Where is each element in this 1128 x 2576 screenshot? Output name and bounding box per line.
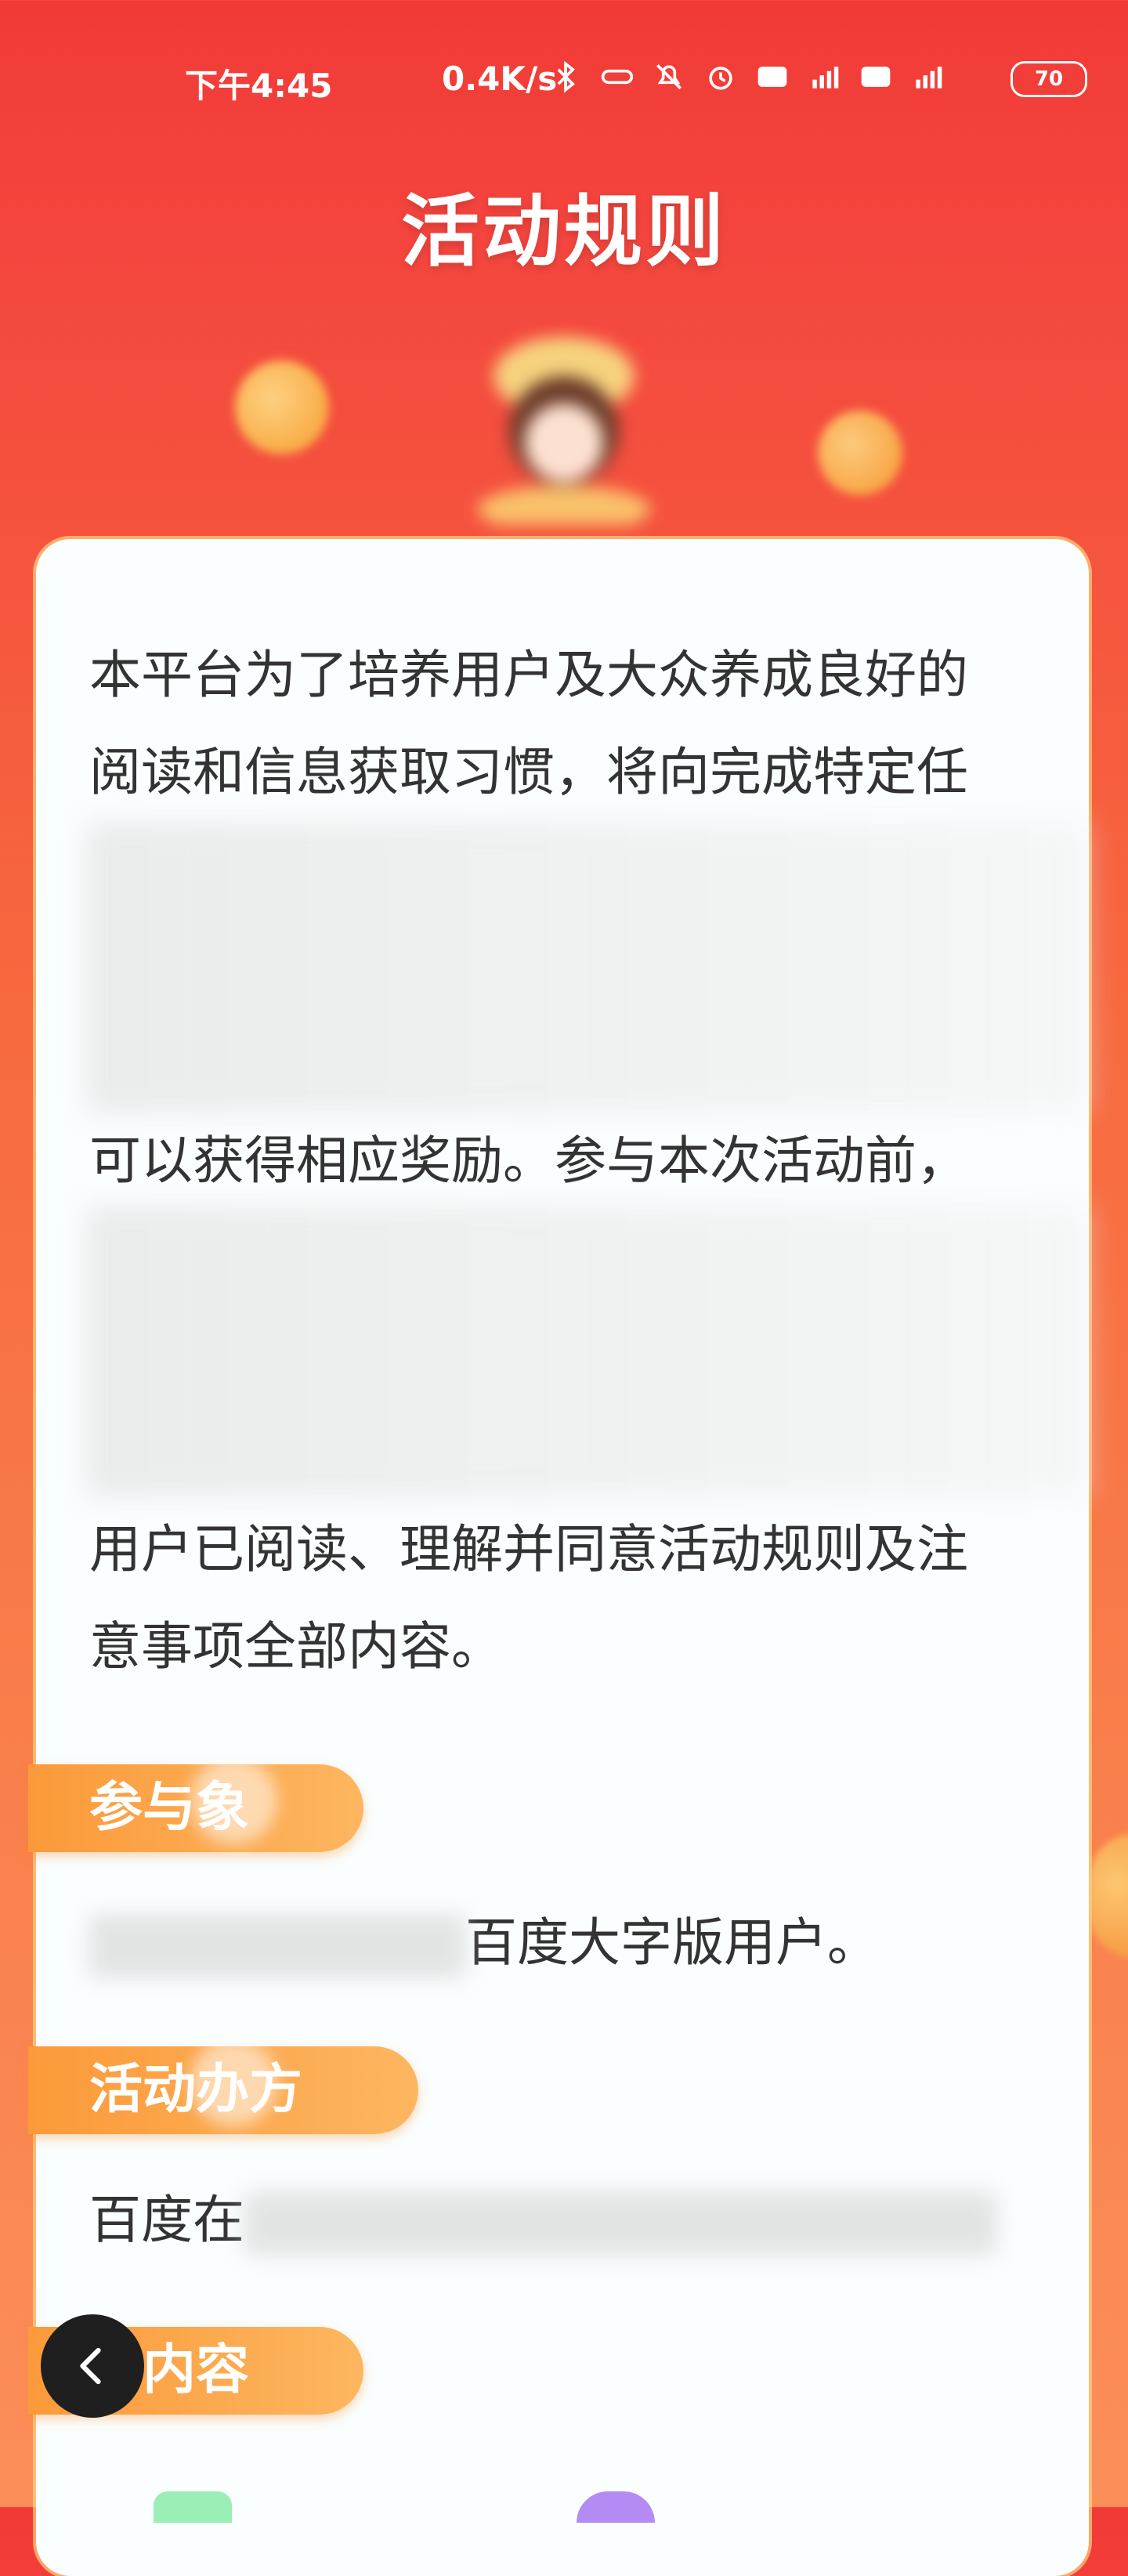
link-icon: [600, 60, 634, 94]
network-speed: 0.4K/s: [442, 60, 558, 98]
blur-overlay: [89, 1914, 465, 1977]
status-icons: [548, 60, 945, 94]
chevron-left-icon: [80, 2347, 101, 2385]
coin-icon: [818, 411, 902, 495]
section-text: 百度大字版用户。: [465, 1912, 879, 1973]
blur-overlay: [244, 2191, 996, 2255]
status-time: 下午4:45: [185, 67, 333, 105]
section-pill-organizer: 活动办方: [28, 2046, 418, 2134]
mascot-icon: [478, 337, 650, 525]
section-text-organizer: 百度在: [89, 2181, 1053, 2259]
pill-label-end: 办方: [196, 2046, 302, 2134]
coin-icon: [235, 360, 329, 454]
intro-line: 本平台为了培养用户及大众养成良好的: [89, 645, 968, 705]
battery-icon: 70: [1010, 61, 1087, 97]
green-task-icon: [154, 2491, 232, 2523]
hd-icon: [859, 60, 893, 94]
signal-4g-icon: [807, 60, 841, 94]
battery-level: 70: [1034, 67, 1064, 91]
back-button[interactable]: [41, 2314, 144, 2418]
pill-label-start: 参与: [89, 1777, 197, 1839]
section-text: 百度在: [89, 2190, 244, 2250]
mute-icon: [652, 60, 686, 94]
intro-line: 意事项全部内容。: [89, 1616, 503, 1677]
hd-icon: [755, 60, 790, 94]
pill-label-end: 象: [196, 1764, 249, 1852]
intro-line: 用户已阅读、理解并同意活动规则及注: [89, 1519, 968, 1579]
coin-icon: [1089, 1833, 1128, 1959]
status-bar: 下午4:45 0.4K/s 70: [0, 0, 1128, 157]
alarm-icon: [703, 60, 738, 94]
blur-overlay: [86, 823, 1089, 1113]
section-pill-participants: 参与象: [28, 1764, 363, 1852]
signal-5g-icon: [910, 60, 945, 94]
blur-overlay: [86, 1207, 1089, 1496]
intro-paragraph: 本平台为了培养用户及大众养成良好的 阅读和信息获取习惯，将向完成特定任 ​ ​ …: [89, 627, 1053, 1695]
pill-label-start: 活动: [89, 2059, 197, 2121]
intro-line: 阅读和信息获取习惯，将向完成特定任: [89, 742, 968, 802]
page-title: 活动规则: [401, 186, 727, 277]
section-text-participants: 百度大字版用户。: [89, 1904, 1053, 1982]
intro-line: 可以获得相应奖励。参与本次活动前，: [89, 1131, 968, 1191]
bluetooth-icon: [548, 60, 583, 94]
